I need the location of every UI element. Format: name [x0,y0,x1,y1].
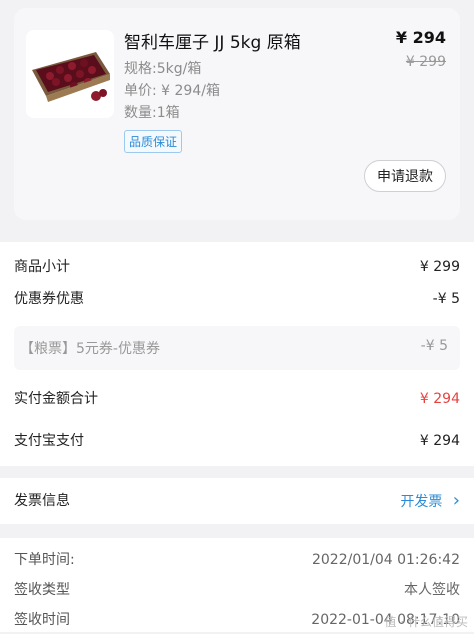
coupon-detail-value: -¥ 5 [420,338,448,354]
subtotal-label: 商品小计 [14,259,70,275]
product-unit-price: 单价: ¥ 294/箱 [124,83,220,99]
coupon-label: 优惠券优惠 [14,291,84,307]
price-summary-section: 商品小计 ¥ 299 优惠券优惠 -¥ 5 【粮票】5元券-优惠券 -¥ 5 实… [0,242,474,466]
invoice-section[interactable]: 发票信息 开发票 › [0,478,474,524]
refund-button[interactable]: 申请退款 [364,160,446,192]
coupon-detail: 【粮票】5元券-优惠券 -¥ 5 [14,326,460,370]
sign-time-label: 签收时间 [14,612,70,628]
product-title[interactable]: 智利车厘子 JJ 5kg 原箱 [124,28,301,53]
order-time-row: 下单时间: 2022/01/04 01:26:42 [14,546,460,574]
paid-total-value: ¥ 294 [419,391,460,407]
coupon-detail-label: 【粮票】5元券-优惠券 [20,341,160,357]
sign-type-value: 本人签收 [404,582,460,598]
paid-total-row: 实付金额合计 ¥ 294 [14,385,460,413]
order-info-section: 下单时间: 2022/01/04 01:26:42 签收类型 本人签收 签收时间… [0,538,474,632]
product-spec: 规格:5kg/箱 [124,61,202,77]
sign-type-label: 签收类型 [14,582,70,598]
invoice-row[interactable]: 发票信息 开发票 › [14,487,460,515]
invoice-action[interactable]: 开发票 › [400,487,460,516]
coupon-row: 优惠券优惠 -¥ 5 [14,285,460,313]
cherry-box-image [26,30,114,118]
issue-invoice-link[interactable]: 开发票 [400,494,442,510]
order-time-label: 下单时间: [14,552,75,568]
invoice-label: 发票信息 [14,493,70,509]
watermark: 值 · 什么值得买 [384,615,468,629]
sign-type-row: 签收类型 本人签收 [14,576,460,604]
order-time-value: 2022/01/04 01:26:42 [311,552,460,568]
paid-total-label: 实付金额合计 [14,391,98,407]
alipay-label: 支付宝支付 [14,433,84,449]
subtotal-value: ¥ 299 [419,259,460,275]
product-original-price: ¥ 299 [405,54,446,70]
quality-badge: 品质保证 [124,130,183,153]
product-image[interactable] [26,30,114,118]
alipay-row: 支付宝支付 ¥ 294 [14,427,460,455]
product-quantity: 数量:1箱 [124,105,180,121]
product-card[interactable]: 智利车厘子 JJ 5kg 原箱 规格:5kg/箱 单价: ¥ 294/箱 数量:… [14,8,460,220]
chevron-right-icon: › [452,490,460,511]
coupon-value: -¥ 5 [432,291,460,307]
product-price: ¥ 294 [395,28,446,47]
alipay-value: ¥ 294 [419,433,460,449]
subtotal-row: 商品小计 ¥ 299 [14,253,460,281]
